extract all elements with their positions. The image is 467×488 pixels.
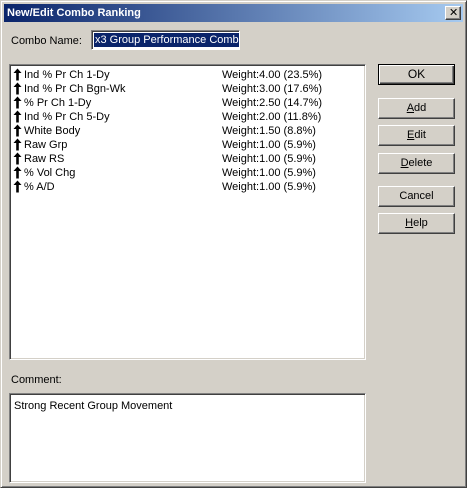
ranking-row[interactable]: White Body Weight:1.50 (8.8%) [12, 124, 362, 138]
ranking-row[interactable]: Ind % Pr Ch 1-Dy Weight:4.00 (23.5%) [12, 68, 362, 82]
add-button-label: dd [414, 102, 427, 114]
ranking-weight: Weight:3.00 (17.6%) [222, 83, 323, 95]
add-button-mnemonic: A [406, 102, 415, 114]
close-icon: ✕ [449, 6, 459, 19]
combo-name-label: Combo Name: [11, 35, 82, 47]
edit-button[interactable]: Edit [378, 125, 455, 146]
combo-name-value: x3 Group Performance Combo [94, 33, 239, 47]
ranking-weight: Weight:4.00 (23.5%) [222, 69, 323, 81]
ranking-name: White Body [24, 125, 81, 137]
dialog-window: New/Edit Combo Ranking ✕ Combo Name: x3 … [0, 0, 467, 488]
combo-name-input[interactable]: x3 Group Performance Combo [91, 30, 240, 50]
delete-button-mnemonic: D [400, 157, 409, 169]
delete-button[interactable]: Delete [378, 153, 455, 174]
ranking-row[interactable]: % A/D Weight:1.00 (5.9%) [12, 180, 362, 194]
comment-label: Comment: [11, 374, 62, 386]
up-arrow-icon [13, 124, 22, 137]
ranking-row[interactable]: % Pr Ch 1-Dy Weight:2.50 (14.7%) [12, 96, 362, 110]
help-button-mnemonic: H [405, 217, 414, 229]
up-arrow-icon [13, 82, 22, 95]
ranking-name: Ind % Pr Ch 5-Dy [24, 111, 110, 123]
ok-button[interactable]: OK [378, 64, 455, 85]
ranking-name: % Pr Ch 1-Dy [24, 97, 92, 109]
up-arrow-icon [13, 96, 22, 109]
ranking-name: Ind % Pr Ch 1-Dy [24, 69, 110, 81]
ranking-weight: Weight:1.00 (5.9%) [222, 139, 316, 151]
ranking-weight: Weight:1.00 (5.9%) [222, 167, 316, 179]
ranking-weight: Weight:2.50 (14.7%) [222, 97, 323, 109]
ranking-row[interactable]: Ind % Pr Ch Bgn-Wk Weight:3.00 (17.6%) [12, 82, 362, 96]
up-arrow-icon [13, 138, 22, 151]
ranking-name: % A/D [24, 181, 55, 193]
ranking-name: Raw RS [24, 153, 65, 165]
ranking-name: Ind % Pr Ch Bgn-Wk [24, 83, 126, 95]
ranking-name: Raw Grp [24, 139, 68, 151]
ranking-weight: Weight:2.00 (11.8%) [222, 111, 322, 123]
close-button[interactable]: ✕ [445, 6, 461, 20]
ranking-weight: Weight:1.00 (5.9%) [222, 181, 316, 193]
ranking-weight: Weight:1.00 (5.9%) [222, 153, 316, 165]
ranking-row[interactable]: Ind % Pr Ch 5-Dy Weight:2.00 (11.8%) [12, 110, 362, 124]
ranking-weight: Weight:1.50 (8.8%) [222, 125, 316, 137]
edit-button-label: dit [414, 129, 426, 141]
help-button-label: elp [413, 217, 428, 229]
ranking-row[interactable]: Raw RS Weight:1.00 (5.9%) [12, 152, 362, 166]
cancel-button[interactable]: Cancel [378, 186, 455, 207]
ranking-row[interactable]: % Vol Chg Weight:1.00 (5.9%) [12, 166, 362, 180]
up-arrow-icon [13, 68, 22, 81]
ranking-name: % Vol Chg [24, 167, 76, 179]
up-arrow-icon [13, 110, 22, 123]
delete-button-label: elete [408, 157, 433, 169]
ok-button-label: OK [407, 67, 426, 81]
up-arrow-icon [13, 166, 22, 179]
ranking-row[interactable]: Raw Grp Weight:1.00 (5.9%) [12, 138, 362, 152]
up-arrow-icon [13, 152, 22, 165]
comment-textarea[interactable]: Strong Recent Group Movement [9, 393, 366, 483]
add-button[interactable]: Add [378, 98, 455, 119]
up-arrow-icon [13, 180, 22, 193]
cancel-button-label: Cancel [399, 190, 434, 202]
title-bar[interactable]: New/Edit Combo Ranking ✕ [4, 4, 463, 22]
window-title: New/Edit Combo Ranking [7, 7, 141, 19]
help-button[interactable]: Help [378, 213, 455, 234]
comment-text: Strong Recent Group Movement [14, 400, 173, 412]
ranking-list[interactable]: Ind % Pr Ch 1-Dy Weight:4.00 (23.5%) Ind %… [9, 64, 366, 360]
